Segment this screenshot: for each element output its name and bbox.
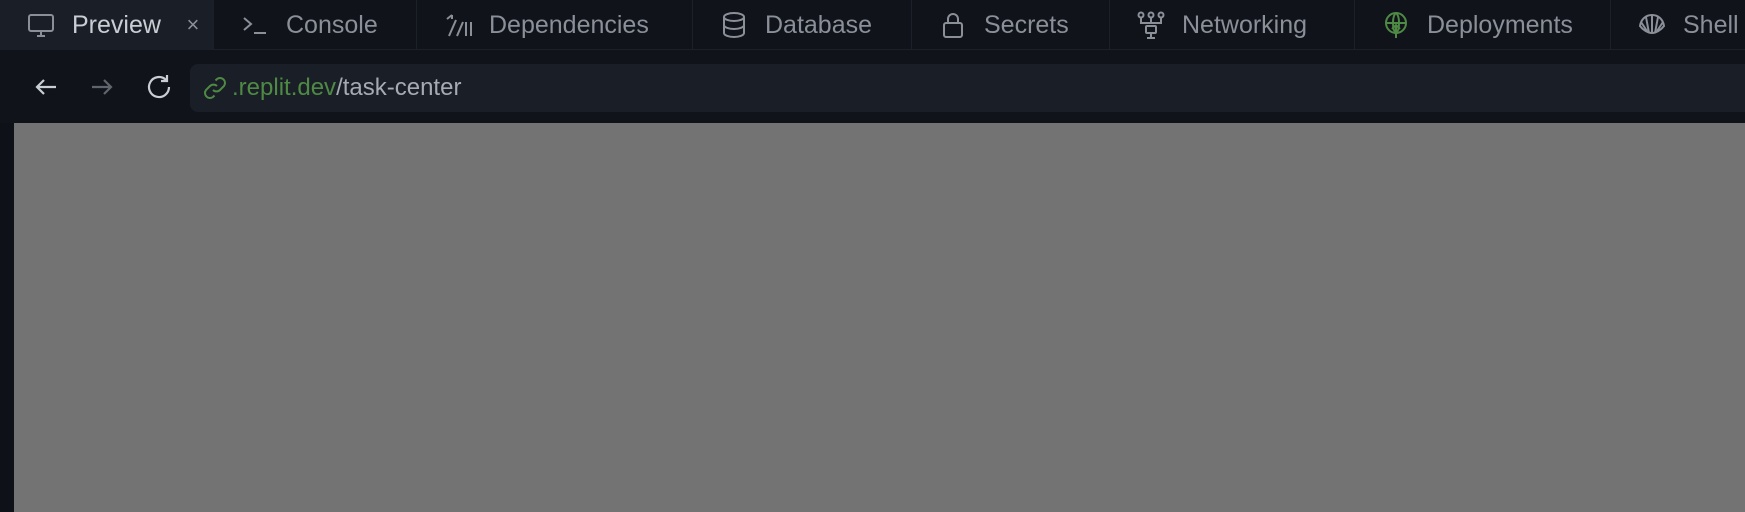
arrow-left-icon [35, 79, 56, 95]
tab-preview-label: Preview [72, 10, 161, 39]
url-path: /task-center [336, 74, 462, 101]
tab-database-label: Database [765, 10, 873, 39]
tab-networking-label: Networking [1182, 10, 1308, 39]
url-domain: .replit.dev [232, 74, 337, 101]
arrow-right-icon [92, 79, 113, 95]
tab-console-label: Console [286, 10, 378, 39]
forward-button[interactable] [87, 72, 117, 102]
tab-deployments-label: Deployments [1427, 10, 1573, 39]
link-icon [200, 73, 230, 103]
terminal-icon [240, 10, 270, 40]
close-icon[interactable]: × [183, 12, 203, 38]
address-bar[interactable]: .replit.dev /task-center [190, 64, 1745, 112]
tab-dependencies[interactable]: Dependencies [417, 0, 693, 50]
tab-secrets[interactable]: Secrets [912, 0, 1110, 50]
database-icon [719, 10, 749, 40]
browser-toolbar: .replit.dev /task-center [0, 50, 1745, 123]
tab-shell[interactable]: Shell [1611, 0, 1745, 50]
tab-preview[interactable]: Preview × [0, 0, 214, 50]
preview-viewport[interactable] [14, 123, 1745, 512]
pane-divider [0, 123, 14, 512]
tab-dependencies-label: Dependencies [489, 10, 649, 39]
monitor-icon [26, 10, 56, 40]
tab-shell-label: Shell [1683, 10, 1739, 39]
shell-icon [1637, 10, 1667, 40]
tab-database[interactable]: Database [693, 0, 912, 50]
reload-icon [147, 75, 171, 99]
back-button[interactable] [31, 72, 61, 102]
network-icon [1136, 10, 1166, 40]
tab-console[interactable]: Console [214, 0, 417, 50]
tab-deployments[interactable]: Deployments [1355, 0, 1611, 50]
tab-networking[interactable]: Networking [1110, 0, 1355, 50]
globe-icon [1381, 10, 1411, 40]
lock-icon [938, 10, 968, 40]
reload-button[interactable] [144, 72, 174, 102]
tab-secrets-label: Secrets [984, 10, 1069, 39]
tab-bar: Preview × Console Dependencies Database [0, 0, 1745, 50]
dependencies-icon [443, 10, 473, 40]
